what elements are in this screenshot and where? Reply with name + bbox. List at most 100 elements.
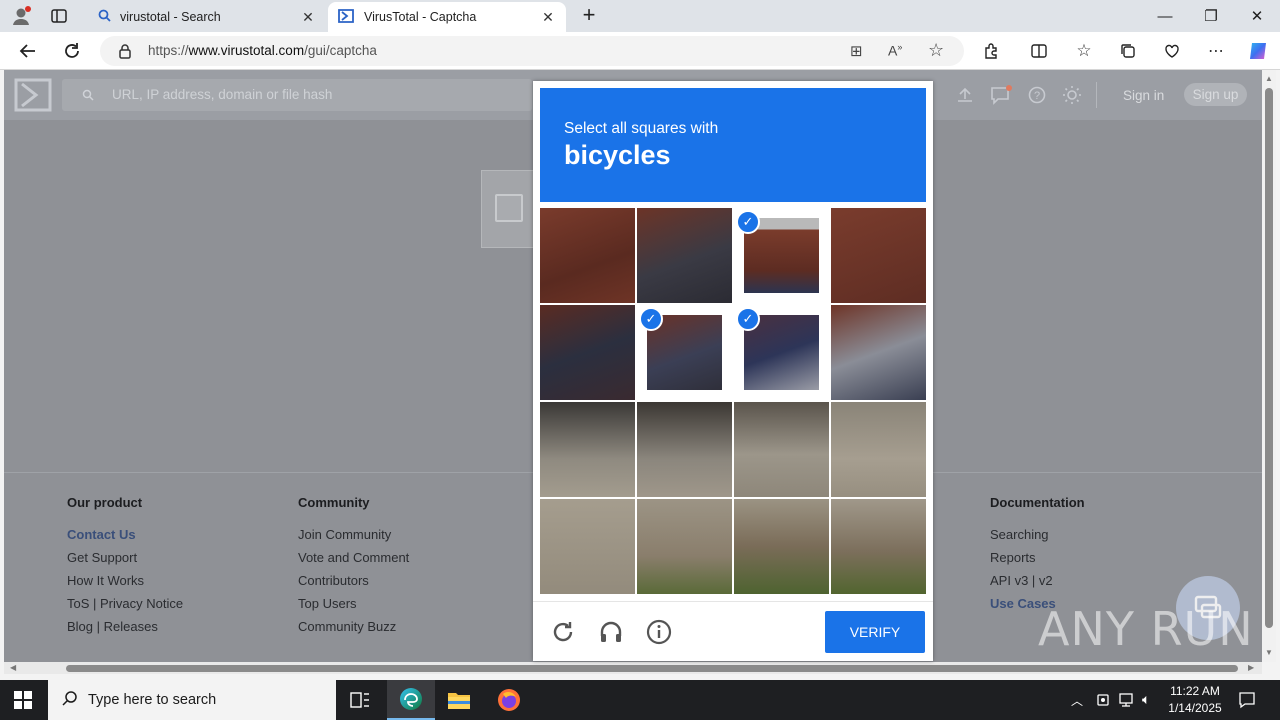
split-screen-icon[interactable] <box>1025 37 1053 65</box>
favorite-star-icon[interactable]: ☆ <box>928 40 944 61</box>
collections-icon[interactable] <box>1114 37 1142 65</box>
captcha-tile[interactable] <box>540 499 635 594</box>
audio-challenge-icon[interactable] <box>597 618 625 646</box>
captcha-tile-image <box>540 305 635 400</box>
watermark-text: ANY RUN <box>1038 602 1254 656</box>
taskbar-search-box[interactable]: Type here to search <box>48 680 336 720</box>
footer-link[interactable]: Join Community <box>298 527 498 542</box>
recaptcha-widget <box>481 170 541 248</box>
scroll-down-arrow[interactable]: ▼ <box>1265 648 1273 657</box>
minimize-button[interactable]: — <box>1142 0 1188 32</box>
more-options-icon[interactable]: ⋯ <box>1202 37 1230 65</box>
captcha-header: Select all squares with bicycles <box>540 88 926 202</box>
sign-in-link[interactable]: Sign in <box>1123 88 1164 103</box>
captcha-tile[interactable]: ✓ <box>734 208 829 303</box>
copilot-icon[interactable] <box>1244 37 1272 65</box>
captcha-tile[interactable] <box>831 499 926 594</box>
captcha-tile[interactable] <box>540 305 635 400</box>
footer-link[interactable]: API v3 | v2 <box>990 573 1190 588</box>
address-bar[interactable]: https://www.virustotal.com/gui/captcha ⊞… <box>100 36 964 66</box>
browser-toolbar: https://www.virustotal.com/gui/captcha ⊞… <box>0 32 1280 70</box>
footer-col-product: Our product Contact Us Get Support How I… <box>67 495 267 634</box>
captcha-tile[interactable] <box>831 402 926 497</box>
captcha-tile[interactable] <box>734 499 829 594</box>
virustotal-logo-icon[interactable] <box>14 78 52 117</box>
captcha-tile[interactable] <box>831 208 926 303</box>
footer-link[interactable]: Community Buzz <box>298 619 498 634</box>
profile-icon[interactable] <box>10 5 32 27</box>
scroll-right-arrow[interactable]: ▶ <box>1248 663 1254 672</box>
footer-link[interactable]: Contributors <box>298 573 498 588</box>
captcha-target-object: bicycles <box>564 140 671 170</box>
firefox-icon[interactable] <box>497 688 521 717</box>
footer-link[interactable]: Reports <box>990 550 1190 565</box>
app-available-icon[interactable]: ⊞ <box>850 42 863 60</box>
footer-link[interactable]: Searching <box>990 527 1190 542</box>
horizontal-scrollbar[interactable]: ◀ ▶ <box>4 662 1262 674</box>
captcha-tile[interactable] <box>637 208 732 303</box>
captcha-tile[interactable] <box>540 208 635 303</box>
clock[interactable]: 11:22 AM 1/14/2025 <box>1164 683 1226 717</box>
network-icon[interactable] <box>1118 692 1136 713</box>
notifications-icon[interactable] <box>1238 691 1256 714</box>
favorites-icon[interactable]: ☆ <box>1070 37 1098 65</box>
windows-start-icon[interactable] <box>14 691 32 714</box>
extensions-icon[interactable] <box>977 37 1005 65</box>
upload-icon[interactable] <box>956 86 974 109</box>
info-icon[interactable] <box>645 618 673 646</box>
read-aloud-icon[interactable]: A» <box>888 42 902 59</box>
tab-virustotal-captcha[interactable]: VirusTotal - Captcha ✕ <box>328 2 566 32</box>
sign-up-button[interactable]: Sign up <box>1184 83 1247 106</box>
close-tab-icon[interactable]: ✕ <box>540 9 556 26</box>
tab-title: VirusTotal - Captcha <box>364 10 477 24</box>
refresh-icon[interactable] <box>58 37 86 65</box>
restore-button[interactable]: ❐ <box>1188 0 1234 32</box>
footer-link[interactable]: ToS | Privacy Notice <box>67 596 267 611</box>
reload-icon[interactable] <box>549 618 577 646</box>
taskbar-search-placeholder: Type here to search <box>88 692 217 708</box>
captcha-tile-image <box>637 208 732 303</box>
vt-search-box[interactable]: URL, IP address, domain or file hash <box>62 79 532 111</box>
scroll-up-arrow[interactable]: ▲ <box>1265 74 1273 83</box>
tab-virustotal-search[interactable]: virustotal - Search ✕ <box>88 2 326 32</box>
browser-essentials-icon[interactable] <box>1158 37 1186 65</box>
show-hidden-icons[interactable]: ︿ <box>1071 692 1083 709</box>
windows-taskbar: Type here to search ︿ 🔈︎ 11:22 AM 1/14/2… <box>0 680 1280 720</box>
url-path: /gui/captcha <box>304 43 377 58</box>
task-view-icon[interactable] <box>350 691 370 714</box>
scrollbar-thumb[interactable] <box>66 665 1238 672</box>
volume-icon[interactable]: 🔈︎ <box>1142 691 1150 708</box>
scroll-left-arrow[interactable]: ◀ <box>10 663 16 672</box>
chat-icon[interactable] <box>990 85 1012 110</box>
close-tab-icon[interactable]: ✕ <box>300 9 316 26</box>
captcha-tile[interactable] <box>734 402 829 497</box>
edge-taskbar-icon[interactable] <box>387 680 435 720</box>
captcha-tile[interactable] <box>831 305 926 400</box>
captcha-tile[interactable]: ✓ <box>637 305 732 400</box>
captcha-tile[interactable] <box>637 402 732 497</box>
recaptcha-checkbox[interactable] <box>495 194 523 222</box>
footer-link[interactable]: Contact Us <box>67 527 267 542</box>
captcha-tile[interactable] <box>540 402 635 497</box>
theme-toggle-icon[interactable] <box>1062 85 1082 110</box>
footer-link[interactable]: How It Works <box>67 573 267 588</box>
verify-button[interactable]: VERIFY <box>825 611 925 653</box>
captcha-tile[interactable] <box>637 499 732 594</box>
captcha-tile[interactable]: ✓ <box>734 305 829 400</box>
file-explorer-icon[interactable] <box>447 689 471 716</box>
vertical-scrollbar[interactable]: ▲ ▼ <box>1262 70 1276 662</box>
captcha-tile-image <box>831 402 926 497</box>
footer-link[interactable]: Top Users <box>298 596 498 611</box>
help-icon[interactable]: ? <box>1028 86 1046 109</box>
footer-link[interactable]: Get Support <box>67 550 267 565</box>
scrollbar-thumb[interactable] <box>1265 88 1273 628</box>
footer-link[interactable]: Blog | Releases <box>67 619 267 634</box>
lock-icon[interactable] <box>118 43 132 64</box>
captcha-challenge: Select all squares with bicycles ✓ ✓ ✓ VER… <box>533 81 933 661</box>
new-tab-button[interactable]: + <box>578 4 600 27</box>
tab-actions-icon[interactable] <box>50 7 68 25</box>
back-icon[interactable] <box>14 37 42 65</box>
security-tray-icon[interactable] <box>1096 692 1110 713</box>
close-window-button[interactable]: ✕ <box>1234 0 1280 32</box>
footer-link[interactable]: Vote and Comment <box>298 550 498 565</box>
